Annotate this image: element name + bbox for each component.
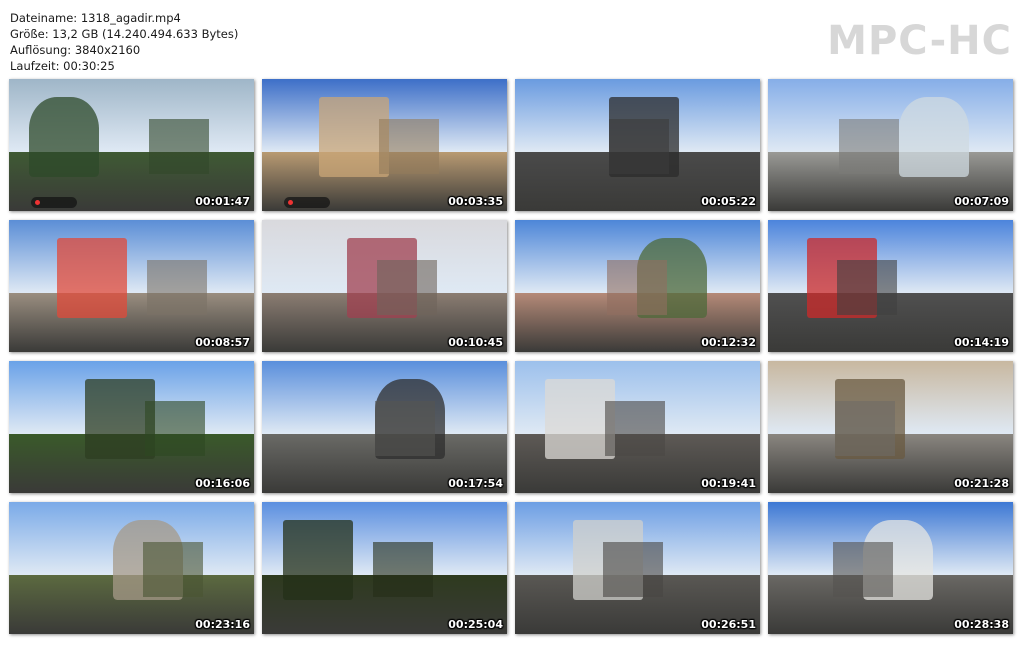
thumbnail-timestamp: 00:03:35	[448, 195, 503, 208]
scene-element	[379, 119, 439, 174]
video-thumbnail: 00:14:19	[768, 220, 1013, 352]
record-badge-icon	[31, 197, 77, 208]
video-thumbnail: 00:03:35	[262, 79, 507, 211]
thumbnail-timestamp: 00:28:38	[954, 618, 1009, 631]
scene-element	[607, 260, 667, 315]
scene-element	[57, 238, 127, 318]
scene-element	[145, 401, 205, 456]
video-thumbnail: 00:01:47	[9, 79, 254, 211]
video-thumbnail: 00:26:51	[515, 502, 760, 634]
video-thumbnail: 00:23:16	[9, 502, 254, 634]
scene-element	[143, 542, 203, 597]
scene-element	[29, 97, 99, 177]
video-thumbnail: 00:19:41	[515, 361, 760, 493]
thumbnail-timestamp: 00:23:16	[195, 618, 250, 631]
scene-element	[833, 542, 893, 597]
thumbnail-timestamp: 00:16:06	[195, 477, 250, 490]
thumbnail-sky	[9, 220, 254, 293]
scene-element	[373, 542, 433, 597]
scene-element	[837, 260, 897, 315]
thumbnail-timestamp: 00:17:54	[448, 477, 503, 490]
scene-element	[149, 119, 209, 174]
video-thumbnail: 00:08:57	[9, 220, 254, 352]
thumbnail-timestamp: 00:14:19	[954, 336, 1009, 349]
thumbnail-timestamp: 00:01:47	[195, 195, 250, 208]
thumbnail-timestamp: 00:19:41	[701, 477, 756, 490]
scene-element	[899, 97, 969, 177]
scene-element	[147, 260, 207, 315]
thumbnail-timestamp: 00:07:09	[954, 195, 1009, 208]
thumbnail-timestamp: 00:25:04	[448, 618, 503, 631]
video-thumbnail: 00:05:22	[515, 79, 760, 211]
scene-element	[377, 260, 437, 315]
thumbnail-timestamp: 00:21:28	[954, 477, 1009, 490]
scene-element	[835, 401, 895, 456]
video-thumbnail: 00:25:04	[262, 502, 507, 634]
record-badge-icon	[284, 197, 330, 208]
scene-element	[375, 401, 435, 456]
thumbnail-timestamp: 00:08:57	[195, 336, 250, 349]
video-thumbnail: 00:10:45	[262, 220, 507, 352]
thumbnail-timestamp: 00:05:22	[701, 195, 756, 208]
thumbnail-timestamp: 00:12:32	[701, 336, 756, 349]
thumbnail-timestamp: 00:10:45	[448, 336, 503, 349]
scene-element	[609, 119, 669, 174]
scene-element	[605, 401, 665, 456]
video-thumbnail: 00:07:09	[768, 79, 1013, 211]
video-thumbnail: 00:17:54	[262, 361, 507, 493]
video-thumbnail: 00:12:32	[515, 220, 760, 352]
video-thumbnail: 00:28:38	[768, 502, 1013, 634]
thumbnail-grid: 00:01:47 00:03:35 00:05:22 00:07:09 00:08:57…	[0, 0, 1024, 646]
scene-element	[603, 542, 663, 597]
scene-element	[839, 119, 899, 174]
thumbnail-timestamp: 00:26:51	[701, 618, 756, 631]
video-thumbnail: 00:16:06	[9, 361, 254, 493]
video-thumbnail: 00:21:28	[768, 361, 1013, 493]
scene-element	[283, 520, 353, 600]
